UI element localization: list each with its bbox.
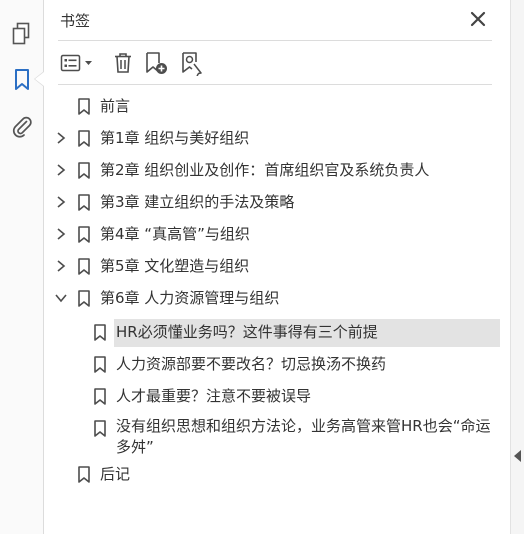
- collapse-arrow-icon[interactable]: [514, 450, 521, 462]
- bookmark-item[interactable]: 人才最重要？注意不要被误导: [44, 381, 510, 411]
- chevron-right-icon[interactable]: [54, 130, 68, 146]
- trash-icon: [115, 53, 131, 73]
- bookmark-label: 人力资源部要不要改名？切忌换汤不换药: [116, 355, 387, 373]
- bookmark-label: HR必须懂业务吗？这件事得有三个前提: [116, 323, 378, 341]
- bookmark-search-icon: [182, 52, 202, 76]
- chevron-right-icon[interactable]: [54, 194, 68, 210]
- bookmark-label: 前言: [100, 97, 131, 115]
- bookmark-icon: [15, 69, 29, 90]
- bookmark-icon: [78, 466, 90, 483]
- close-button[interactable]: [468, 9, 488, 29]
- bookmark-item[interactable]: 后记: [44, 459, 510, 489]
- page-thumbnails-button[interactable]: [8, 20, 36, 48]
- bookmark-label: 第6章 人力资源管理与组织: [100, 289, 280, 307]
- bookmark-item-selected[interactable]: HR必须懂业务吗？这件事得有三个前提: [44, 319, 510, 349]
- bookmark-label: 没有组织思想和组织方法论，业务高管来管HR也会“命运多舛”: [116, 417, 491, 456]
- bookmark-label: 第5章 文化塑造与组织: [100, 257, 250, 275]
- bookmark-label: 第4章 “真高管”与组织: [100, 225, 250, 243]
- chevron-down-icon[interactable]: [54, 290, 68, 306]
- panel-header: 书签: [44, 0, 510, 40]
- bookmark-item[interactable]: 没有组织思想和组织方法论，业务高管来管HR也会“命运多舛”: [44, 413, 510, 461]
- bookmark-label: 第2章 组织创业及创作：首席组织官及系统负责人: [100, 161, 430, 179]
- bookmark-item[interactable]: 前言: [44, 91, 510, 121]
- find-bookmark-button[interactable]: [178, 50, 206, 76]
- toolbar-divider: [58, 84, 492, 85]
- bookmark-label: 人才最重要？注意不要被误导: [116, 387, 312, 405]
- bookmarks-toolbar: [58, 46, 492, 80]
- chevron-right-icon[interactable]: [54, 258, 68, 274]
- bookmarks-panel: 书签 前言 第1章 组织与美好组织 第2章 组织创业及创作：首席组织官及系统负责…: [44, 0, 510, 534]
- chevron-right-icon[interactable]: [54, 226, 68, 242]
- bookmark-icon: [78, 98, 90, 115]
- bookmark-item[interactable]: 第2章 组织创业及创作：首席组织官及系统负责人: [44, 155, 510, 185]
- paperclip-icon: [12, 116, 32, 138]
- add-bookmark-icon: [146, 52, 167, 74]
- bookmark-icon: [78, 194, 90, 211]
- bookmark-item[interactable]: 人力资源部要不要改名？切忌换汤不换药: [44, 349, 510, 379]
- bookmark-label: 第1章 组织与美好组织: [100, 129, 250, 147]
- bookmark-icon: [78, 226, 90, 243]
- chevron-right-icon[interactable]: [54, 162, 68, 178]
- list-options-icon: [60, 54, 92, 72]
- bookmark-icon: [78, 130, 90, 147]
- bookmark-item[interactable]: 第4章 “真高管”与组织: [44, 219, 510, 249]
- new-bookmark-button[interactable]: [142, 50, 170, 76]
- delete-bookmark-button[interactable]: [110, 50, 136, 76]
- bookmark-item[interactable]: 第3章 建立组织的手法及策略: [44, 187, 510, 217]
- panel-title: 书签: [60, 12, 91, 30]
- bookmark-icon: [78, 162, 90, 179]
- bookmark-item[interactable]: 第1章 组织与美好组织: [44, 123, 510, 153]
- bookmarks-button[interactable]: [8, 66, 36, 94]
- bookmark-icon: [94, 356, 106, 373]
- active-tab-pointer: [35, 72, 44, 86]
- bookmark-icon: [94, 324, 106, 341]
- bookmark-item[interactable]: 第5章 文化塑造与组织: [44, 251, 510, 281]
- attachments-button[interactable]: [8, 112, 36, 140]
- bookmark-label: 后记: [100, 465, 131, 483]
- bookmark-icon: [94, 420, 106, 437]
- close-icon: [470, 11, 486, 27]
- bookmark-icon: [78, 290, 90, 307]
- bookmark-icon: [78, 258, 90, 275]
- panel-splitter[interactable]: [510, 0, 524, 534]
- header-divider: [58, 40, 492, 41]
- options-menu-button[interactable]: [58, 50, 96, 76]
- bookmark-label: 第3章 建立组织的手法及策略: [100, 193, 295, 211]
- bookmark-item[interactable]: 第6章 人力资源管理与组织: [44, 283, 510, 313]
- page-thumbnails-icon: [12, 22, 30, 45]
- bookmark-icon: [94, 388, 106, 405]
